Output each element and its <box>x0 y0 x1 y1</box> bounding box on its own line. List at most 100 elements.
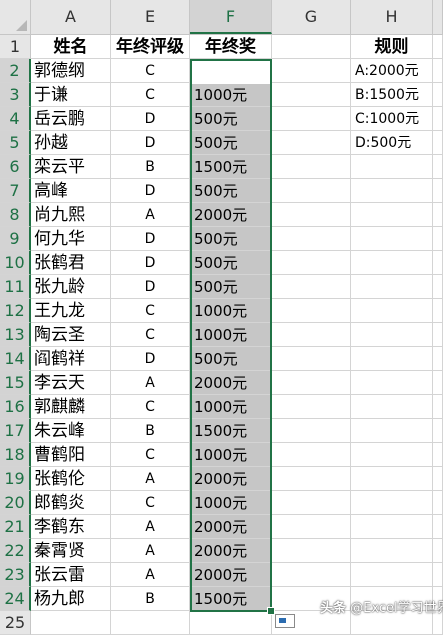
rule-cell[interactable]: B:1500元 <box>351 83 433 107</box>
row-header[interactable]: 3 <box>0 83 31 107</box>
empty-cell[interactable] <box>351 539 433 563</box>
empty-cell[interactable] <box>351 251 433 275</box>
empty-cell[interactable] <box>272 203 351 227</box>
grade-cell[interactable]: B <box>111 419 190 443</box>
bonus-cell[interactable]: 500元 <box>190 179 272 203</box>
grade-cell[interactable]: D <box>111 227 190 251</box>
row-header[interactable]: 12 <box>0 299 31 323</box>
empty-cell[interactable] <box>351 179 433 203</box>
bonus-cell[interactable]: 500元 <box>190 107 272 131</box>
name-cell[interactable]: 张鹤君 <box>31 251 111 275</box>
name-cell[interactable]: 郎鹤炎 <box>31 491 111 515</box>
empty-cell[interactable] <box>433 131 443 155</box>
empty-cell[interactable] <box>433 467 443 491</box>
empty-cell[interactable] <box>272 491 351 515</box>
empty-cell[interactable] <box>351 515 433 539</box>
empty-cell[interactable] <box>433 203 443 227</box>
empty-cell[interactable] <box>433 443 443 467</box>
bonus-cell[interactable]: 2000元 <box>190 203 272 227</box>
name-cell[interactable]: 郭德纲 <box>31 59 111 83</box>
name-cell[interactable]: 张云雷 <box>31 563 111 587</box>
empty-cell[interactable] <box>272 467 351 491</box>
grade-cell[interactable]: A <box>111 467 190 491</box>
grade-cell[interactable]: A <box>111 515 190 539</box>
empty-cell[interactable] <box>111 611 190 635</box>
name-cell[interactable]: 朱云峰 <box>31 419 111 443</box>
name-cell[interactable]: 孙越 <box>31 131 111 155</box>
bonus-cell[interactable]: 500元 <box>190 131 272 155</box>
bonus-cell[interactable]: 2000元 <box>190 467 272 491</box>
empty-cell[interactable] <box>351 347 433 371</box>
grade-cell[interactable]: C <box>111 395 190 419</box>
name-cell[interactable]: 郭麒麟 <box>31 395 111 419</box>
empty-cell[interactable] <box>272 155 351 179</box>
empty-cell[interactable] <box>272 83 351 107</box>
empty-cell[interactable] <box>272 347 351 371</box>
active-cell[interactable] <box>191 60 271 84</box>
bonus-cell[interactable]: 1000元 <box>190 299 272 323</box>
bonus-cell[interactable]: 2000元 <box>190 539 272 563</box>
header-rules[interactable]: 规则 <box>351 35 433 59</box>
empty-cell[interactable] <box>272 443 351 467</box>
empty-cell[interactable] <box>351 419 433 443</box>
name-cell[interactable]: 张鹤伦 <box>31 467 111 491</box>
grade-cell[interactable]: C <box>111 323 190 347</box>
empty-cell[interactable] <box>272 179 351 203</box>
empty-cell[interactable] <box>272 515 351 539</box>
empty-cell[interactable] <box>351 323 433 347</box>
empty-cell[interactable] <box>272 275 351 299</box>
rule-cell[interactable]: A:2000元 <box>351 59 433 83</box>
row-header-1[interactable]: 1 <box>0 35 31 59</box>
grade-cell[interactable]: D <box>111 251 190 275</box>
empty-cell[interactable] <box>351 491 433 515</box>
row-header[interactable]: 20 <box>0 491 31 515</box>
grade-cell[interactable]: C <box>111 83 190 107</box>
row-header-25[interactable]: 25 <box>0 611 31 635</box>
bonus-cell[interactable]: 500元 <box>190 251 272 275</box>
empty-cell[interactable] <box>272 251 351 275</box>
empty-cell[interactable] <box>433 491 443 515</box>
empty-cell[interactable] <box>433 299 443 323</box>
name-cell[interactable]: 张九龄 <box>31 275 111 299</box>
row-header[interactable]: 24 <box>0 587 31 611</box>
row-header[interactable]: 15 <box>0 371 31 395</box>
column-header-next[interactable] <box>433 0 443 34</box>
bonus-cell[interactable]: 1000元 <box>190 83 272 107</box>
row-header[interactable]: 4 <box>0 107 31 131</box>
bonus-cell[interactable]: 1000元 <box>190 395 272 419</box>
row-header[interactable]: 14 <box>0 347 31 371</box>
empty-cell[interactable] <box>433 275 443 299</box>
name-cell[interactable]: 高峰 <box>31 179 111 203</box>
empty-cell[interactable] <box>190 611 272 635</box>
grade-cell[interactable]: A <box>111 371 190 395</box>
bonus-cell[interactable]: 1000元 <box>190 443 272 467</box>
empty-cell[interactable] <box>433 419 443 443</box>
name-cell[interactable]: 栾云平 <box>31 155 111 179</box>
header-bonus[interactable]: 年终奖 <box>190 35 272 59</box>
empty-cell[interactable] <box>351 275 433 299</box>
grade-cell[interactable]: D <box>111 347 190 371</box>
name-cell[interactable]: 于谦 <box>31 83 111 107</box>
column-header-e[interactable]: E <box>111 0 190 34</box>
empty-cell[interactable] <box>272 323 351 347</box>
grade-cell[interactable]: C <box>111 299 190 323</box>
row-header[interactable]: 13 <box>0 323 31 347</box>
empty-cell[interactable] <box>351 203 433 227</box>
row-header[interactable]: 17 <box>0 419 31 443</box>
spreadsheet-grid[interactable]: A E F G H 1姓名年终评级年终奖规则2郭德纲C1000元A:2000元3… <box>0 0 443 635</box>
name-cell[interactable]: 阎鹤祥 <box>31 347 111 371</box>
bonus-cell[interactable]: 2000元 <box>190 563 272 587</box>
name-cell[interactable]: 李鹤东 <box>31 515 111 539</box>
empty-cell[interactable] <box>272 539 351 563</box>
bonus-cell[interactable]: 1500元 <box>190 587 272 611</box>
empty-cell[interactable] <box>433 179 443 203</box>
empty-cell[interactable] <box>433 155 443 179</box>
empty-cell[interactable] <box>433 59 443 83</box>
empty-cell[interactable] <box>433 539 443 563</box>
bonus-cell[interactable]: 1500元 <box>190 419 272 443</box>
bonus-cell[interactable]: 2000元 <box>190 371 272 395</box>
empty-cell[interactable] <box>433 347 443 371</box>
cell-g1[interactable] <box>272 35 351 59</box>
empty-cell[interactable] <box>351 371 433 395</box>
bonus-cell[interactable]: 1500元 <box>190 155 272 179</box>
